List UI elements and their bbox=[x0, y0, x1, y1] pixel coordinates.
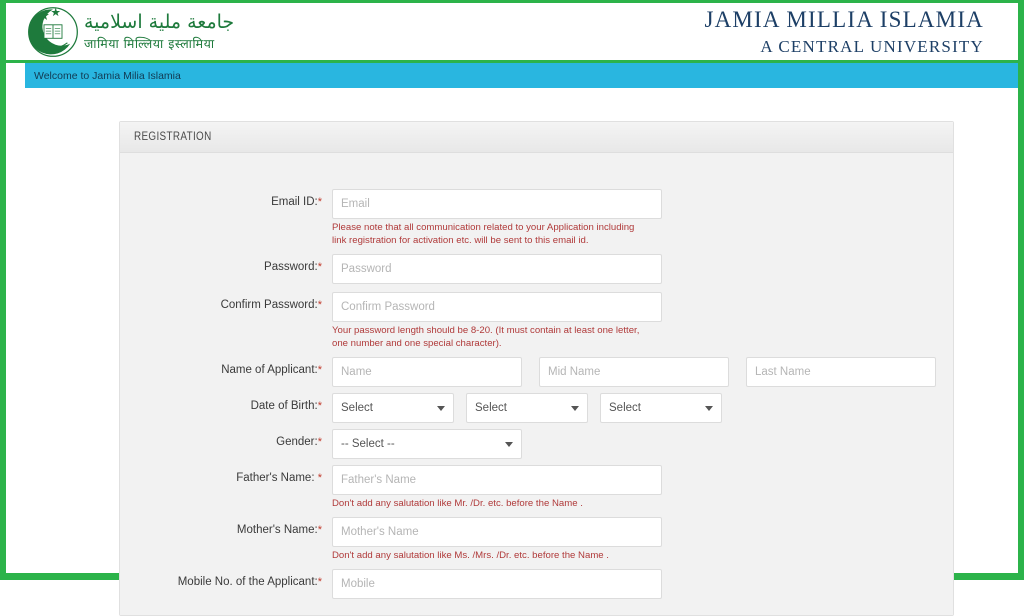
gender-label-cell: Gender:* bbox=[120, 429, 332, 448]
page-root: جامعة ملية اسلامية जामिया मिल्लिया इस्ला… bbox=[0, 0, 1024, 616]
university-name: JAMIA MILLIA ISLAMIA bbox=[704, 7, 984, 32]
registration-panel: REGISTRATION Email ID:* Please note that… bbox=[119, 121, 954, 616]
email-label-cell: Email ID:* bbox=[120, 189, 332, 208]
dob-field-cell: Select Select Select bbox=[332, 392, 953, 429]
mother-name-field-cell: Don't add any salutation like Ms. /Mrs. … bbox=[332, 516, 953, 569]
confirm-password-label: Confirm Password: bbox=[220, 298, 318, 311]
form-row-password: Password:* bbox=[120, 253, 953, 292]
gender-label: Gender: bbox=[276, 435, 318, 448]
password-required-mark: * bbox=[317, 260, 322, 273]
mother-name-label: Mother's Name: bbox=[236, 523, 318, 536]
applicant-name-required-mark: * bbox=[317, 363, 322, 376]
registration-panel-header: REGISTRATION bbox=[120, 122, 953, 153]
chevron-down-icon bbox=[505, 441, 513, 447]
father-name-field-cell: Don't add any salutation like Mr. /Dr. e… bbox=[332, 464, 953, 517]
university-crest-icon bbox=[26, 5, 80, 59]
welcome-bar: Welcome to Jamia Milia Islamia bbox=[25, 63, 1018, 88]
brand-title-hindi: जामिया मिल्लिया इस्लामिया bbox=[84, 35, 215, 51]
email-label: Email ID: bbox=[271, 196, 318, 208]
mobile-input[interactable] bbox=[332, 568, 662, 599]
content-area: REGISTRATION Email ID:* Please note that… bbox=[6, 88, 1018, 616]
mother-name-required-mark: * bbox=[317, 523, 322, 536]
email-hint: Please note that all communication relat… bbox=[332, 222, 635, 246]
form-row-mother-name: Mother's Name:* Don't add any salutation… bbox=[120, 516, 953, 569]
mobile-field-cell bbox=[332, 568, 953, 599]
panel-title: REGISTRATION bbox=[134, 131, 212, 143]
confirm-password-required-mark: * bbox=[317, 298, 322, 311]
middle-name-input[interactable] bbox=[539, 356, 729, 387]
gender-field-cell: -- Select -- bbox=[332, 428, 953, 465]
password-label-cell: Password:* bbox=[120, 254, 332, 273]
dob-label-cell: Date of Birth:* bbox=[120, 393, 332, 412]
applicant-name-inputs bbox=[332, 356, 953, 387]
father-name-hint: Don't add any salutation like Mr. /Dr. e… bbox=[332, 497, 583, 509]
form-row-father-name: Father's Name: * Don't add any salutatio… bbox=[120, 464, 953, 517]
registration-form: Email ID:* Please note that all communic… bbox=[120, 153, 953, 615]
form-row-email: Email ID:* Please note that all communic… bbox=[120, 189, 953, 254]
gender-required-mark: * bbox=[317, 435, 322, 448]
last-name-input[interactable] bbox=[746, 356, 936, 387]
mobile-required-mark: * bbox=[317, 575, 322, 588]
chevron-down-icon bbox=[437, 405, 445, 411]
mobile-label-cell: Mobile No. of the Applicant:* bbox=[120, 569, 332, 588]
site-header: جامعة ملية اسلامية जामिया मिल्लिया इस्ला… bbox=[6, 3, 1018, 63]
chevron-down-icon bbox=[571, 405, 579, 411]
dob-label: Date of Birth: bbox=[250, 399, 318, 412]
applicant-name-label-cell: Name of Applicant:* bbox=[120, 357, 332, 376]
welcome-strip-wrap: Welcome to Jamia Milia Islamia bbox=[6, 63, 1018, 88]
password-label: Password: bbox=[264, 260, 318, 273]
university-subtitle: A CENTRAL UNIVERSITY bbox=[760, 36, 984, 56]
brand-title-arabic: جامعة ملية اسلامية bbox=[84, 10, 235, 33]
brand-left: جامعة ملية اسلامية जामिया मिल्लिया इस्ला… bbox=[6, 5, 234, 59]
mother-name-input[interactable] bbox=[332, 516, 662, 547]
mother-name-hint: Don't add any salutation like Ms. /Mrs. … bbox=[332, 549, 609, 561]
applicant-name-field-cell bbox=[332, 356, 953, 393]
form-row-gender: Gender:* -- Select -- bbox=[120, 428, 953, 465]
confirm-password-hint: Your password length should be 8-20. (It… bbox=[332, 324, 640, 349]
dob-day-select[interactable]: Select bbox=[332, 392, 454, 423]
password-field-cell bbox=[332, 253, 953, 292]
dob-month-value: Select bbox=[475, 401, 507, 414]
confirm-password-field-cell: Your password length should be 8-20. (It… bbox=[332, 291, 953, 357]
form-row-mobile: Mobile No. of the Applicant:* bbox=[120, 568, 953, 599]
form-row-confirm-password: Confirm Password:* Your password length … bbox=[120, 291, 953, 357]
chevron-down-icon bbox=[705, 405, 713, 411]
brand-right: JAMIA MILLIA ISLAMIA A CENTRAL UNIVERSIT… bbox=[704, 6, 1018, 57]
confirm-password-input[interactable] bbox=[332, 291, 662, 322]
password-spacer bbox=[332, 284, 953, 292]
father-name-input[interactable] bbox=[332, 464, 662, 495]
dob-year-value: Select bbox=[609, 401, 641, 414]
father-name-required-mark: * bbox=[317, 471, 322, 484]
confirm-password-label-cell: Confirm Password:* bbox=[120, 292, 332, 311]
gender-value: -- Select -- bbox=[341, 437, 395, 450]
father-name-label-cell: Father's Name: * bbox=[120, 465, 332, 484]
gender-select[interactable]: -- Select -- bbox=[332, 428, 522, 459]
welcome-message: Welcome to Jamia Milia Islamia bbox=[34, 69, 181, 82]
dob-month-select[interactable]: Select bbox=[466, 392, 588, 423]
form-row-dob: Date of Birth:* Select Select Select bbox=[120, 392, 953, 429]
father-name-label: Father's Name: bbox=[236, 471, 318, 484]
dob-year-select[interactable]: Select bbox=[600, 392, 722, 423]
email-required-mark: * bbox=[317, 196, 322, 208]
form-row-applicant-name: Name of Applicant:* bbox=[120, 356, 953, 393]
email-input[interactable] bbox=[332, 189, 662, 219]
email-field-cell: Please note that all communication relat… bbox=[332, 189, 953, 254]
mother-name-label-cell: Mother's Name:* bbox=[120, 517, 332, 536]
applicant-name-label: Name of Applicant: bbox=[221, 363, 318, 376]
brand-titles: جامعة ملية اسلامية जामिया मिल्लिया इस्ला… bbox=[84, 10, 235, 51]
dob-selects: Select Select Select bbox=[332, 392, 953, 423]
first-name-input[interactable] bbox=[332, 356, 522, 387]
mobile-label: Mobile No. of the Applicant: bbox=[177, 575, 318, 588]
dob-day-value: Select bbox=[341, 401, 373, 414]
password-input[interactable] bbox=[332, 253, 662, 284]
dob-required-mark: * bbox=[317, 399, 322, 412]
